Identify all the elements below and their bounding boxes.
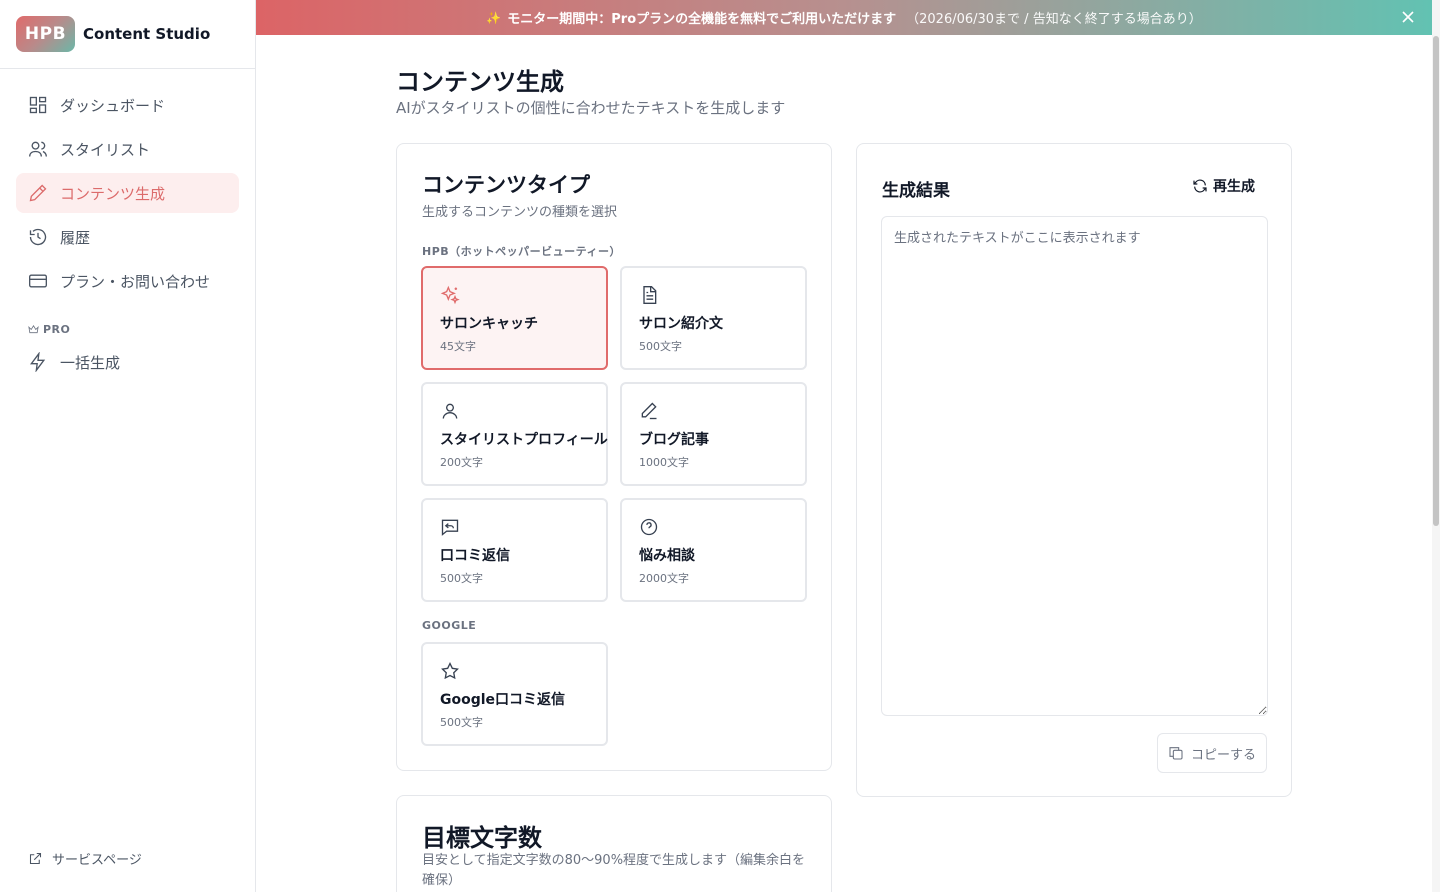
- pen-icon: [641, 402, 657, 420]
- history-icon: [29, 228, 47, 246]
- option-review-reply[interactable]: 口コミ返信 500文字: [421, 498, 608, 602]
- option-char-count: 45文字: [440, 340, 476, 353]
- google-section-label: GOOGLE: [422, 619, 477, 632]
- page-subtitle: AIがスタイリストの個性に合わせたテキストを生成します: [396, 99, 786, 117]
- option-salon-intro[interactable]: サロン紹介文 500文字: [620, 266, 807, 370]
- option-char-count: 1000文字: [639, 456, 689, 469]
- hpb-section-label: HPB（ホットペッパービューティー）: [422, 245, 621, 258]
- reply-icon: [441, 519, 459, 536]
- sidebar-item-plan-contact[interactable]: プラン・お問い合わせ: [16, 261, 239, 301]
- user-icon: [442, 403, 458, 419]
- target-length-description: 目安として指定文字数の80〜90%程度で生成します（編集余白を確保）: [422, 853, 806, 888]
- external-link-icon: [29, 852, 42, 865]
- option-char-count: 500文字: [440, 716, 483, 729]
- target-length-title: 目標文字数: [422, 824, 542, 852]
- content-type-card: コンテンツタイプ 生成するコンテンツの種類を選択 HPB（ホットペッパービューテ…: [396, 143, 832, 771]
- pro-section-label: PRO: [16, 323, 239, 336]
- option-stylist-profile[interactable]: スタイリストプロフィール 200文字: [421, 382, 608, 486]
- brand[interactable]: HPB Content Studio: [0, 0, 255, 69]
- copy-icon: [1169, 747, 1183, 760]
- sidebar-item-history[interactable]: 履歴: [16, 217, 239, 257]
- option-char-count: 500文字: [639, 340, 682, 353]
- option-char-count: 2000文字: [639, 572, 689, 585]
- pencil-icon: [29, 184, 47, 202]
- page-title: コンテンツ生成: [396, 68, 564, 96]
- option-name: 口コミ返信: [440, 548, 510, 564]
- option-name: Google口コミ返信: [440, 692, 566, 708]
- sidebar-item-label: 履歴: [60, 228, 91, 247]
- sidebar-item-stylists[interactable]: スタイリスト: [16, 129, 239, 169]
- sidebar-item-label: スタイリスト: [60, 140, 151, 159]
- option-name: ブログ記事: [639, 432, 709, 448]
- option-google-review-reply[interactable]: Google口コミ返信 500文字: [421, 642, 608, 746]
- sidebar-item-label: ダッシュボード: [60, 96, 166, 115]
- question-icon: [640, 518, 658, 536]
- sidebar: HPB Content Studio ダッシュボード スタイリスト コンテンツ生…: [0, 0, 256, 892]
- users-icon: [29, 141, 47, 157]
- lightning-icon: [30, 352, 46, 372]
- app-name: Content Studio: [83, 25, 211, 43]
- page-scrollbar[interactable]: [1432, 0, 1440, 892]
- scrollbar-thumb[interactable]: [1433, 36, 1439, 526]
- sidebar-item-bulk-generation[interactable]: 一括生成: [16, 342, 239, 382]
- option-name: サロン紹介文: [639, 316, 723, 332]
- target-length-card: 目標文字数 目安として指定文字数の80〜90%程度で生成します（編集余白を確保）: [396, 795, 832, 892]
- option-char-count: 500文字: [440, 572, 483, 585]
- document-icon: [643, 286, 657, 304]
- sidebar-item-dashboard[interactable]: ダッシュボード: [16, 85, 239, 125]
- option-consultation[interactable]: 悩み相談 2000文字: [620, 498, 807, 602]
- regenerate-button[interactable]: 再生成: [1192, 176, 1255, 196]
- option-name: スタイリストプロフィール: [440, 432, 608, 448]
- sparkle-icon: ✨: [486, 10, 502, 25]
- sidebar-item-label: プラン・お問い合わせ: [60, 272, 211, 291]
- dashboard-icon: [29, 96, 47, 114]
- app-logo: HPB: [16, 16, 75, 52]
- result-textarea[interactable]: [881, 216, 1268, 716]
- close-icon: [1402, 11, 1414, 23]
- option-blog-post[interactable]: ブログ記事 1000文字: [620, 382, 807, 486]
- banner-note: （2026/06/30まで / 告知なく終了する場合あり）: [906, 12, 1202, 27]
- content-type-title: コンテンツタイプ: [422, 173, 590, 197]
- option-char-count: 200文字: [440, 456, 483, 469]
- option-name: 悩み相談: [639, 548, 695, 564]
- monitor-banner: ✨ モニター期間中：Proプランの全機能を無料でご利用いただけます （2026/…: [256, 0, 1432, 35]
- credit-card-icon: [29, 274, 47, 288]
- content-type-description: 生成するコンテンツの種類を選択: [422, 205, 618, 220]
- result-card: 生成結果 再生成 コピーする: [856, 143, 1292, 797]
- sidebar-item-label: コンテンツ生成: [60, 184, 166, 203]
- copy-label: コピーする: [1190, 747, 1256, 763]
- sidebar-item-content-generation[interactable]: コンテンツ生成: [16, 173, 239, 213]
- copy-button[interactable]: コピーする: [1157, 733, 1267, 773]
- sidebar-nav: ダッシュボード スタイリスト コンテンツ生成 履歴 プラン・お問い合わせ PRO…: [0, 69, 255, 382]
- crown-icon: [28, 325, 39, 334]
- service-page-label: サービスページ: [52, 853, 142, 868]
- sidebar-item-label: 一括生成: [60, 353, 121, 372]
- result-title: 生成結果: [882, 181, 950, 201]
- sparkles-icon: [440, 285, 460, 305]
- banner-highlight: モニター期間中：Proプランの全機能を無料でご利用いただけます: [507, 12, 897, 27]
- regenerate-label: 再生成: [1213, 179, 1255, 195]
- option-salon-catch[interactable]: サロンキャッチ 45文字: [421, 266, 608, 370]
- service-page-link[interactable]: サービスページ: [28, 849, 142, 868]
- banner-close-button[interactable]: [1400, 9, 1416, 25]
- refresh-icon: [1193, 179, 1207, 193]
- option-name: サロンキャッチ: [440, 316, 538, 332]
- star-icon: [441, 661, 459, 680]
